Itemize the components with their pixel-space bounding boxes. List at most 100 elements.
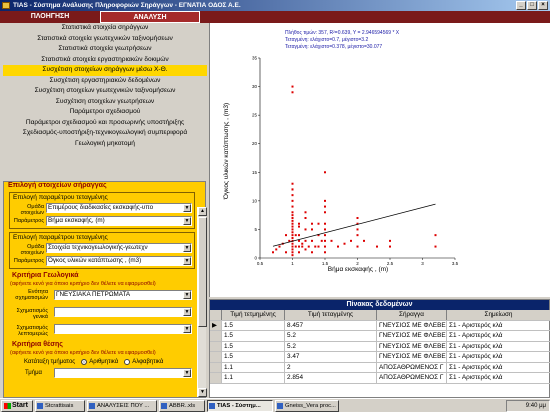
table-cell[interactable]: Σ1 - Αριστερός κλά xyxy=(447,373,550,383)
menu-item-borehole-stats[interactable]: Στατιστικά στοιχεία γεωτρήσεων xyxy=(3,44,207,55)
table-cell[interactable]: ΓΝΕΥΣΙΟΣ ΜΕ ΦΛΕΒΕ xyxy=(377,331,447,341)
table-cell[interactable]: ΓΝΕΥΣΙΟΣ ΜΕ ΦΛΕΒΕ xyxy=(377,320,447,330)
table-cell[interactable]: Σ1 - Αριστερός κλά xyxy=(447,363,550,373)
chevron-down-icon[interactable]: ▼ xyxy=(183,308,191,316)
table-cell[interactable]: ΑΠΟΣΑΘΡΩΜΕΝΟΣ Γ xyxy=(377,362,447,372)
ordinate-param-value: Όγκος υλικών κατάπτωσης , (m3) xyxy=(48,257,142,264)
table-cell[interactable]: ΓΝΕΥΣΙΟΣ ΜΕ ΦΛΕΒΕ xyxy=(377,352,447,362)
formation-general-select[interactable]: ▼ xyxy=(54,307,192,317)
table-cell[interactable]: 8.457 xyxy=(285,320,377,330)
radio-numeric[interactable]: Αριθμητικά xyxy=(81,359,118,365)
menu-item-classification-correlation[interactable]: Συσχέτιση στοιχείων γεωτεχνικών ταξινομή… xyxy=(3,86,207,97)
table-cell[interactable]: 1.1 xyxy=(222,373,285,383)
table-row[interactable]: 1.1 2 ΑΠΟΣΑΘΡΩΜΕΝΟΣ Γ Σ1 - Αριστερός κλά xyxy=(210,362,550,373)
taskbar-item[interactable]: ABBR..xls xyxy=(159,399,205,412)
data-point xyxy=(291,219,294,222)
table-cell[interactable]: 1.1 xyxy=(222,362,285,372)
row-selector[interactable] xyxy=(210,331,222,341)
table-cell[interactable]: 3.47 xyxy=(285,352,377,362)
table-cell[interactable]: Σ1 - Αριστερός κλά xyxy=(447,331,550,341)
table-cell[interactable]: 2 xyxy=(285,362,377,372)
x-tick-label: 0.5 xyxy=(257,261,264,266)
menu-item-design-params[interactable]: Παράμετροι σχεδιασμού xyxy=(3,107,207,118)
ordinate-group-select[interactable]: Στοιχεία τεχνικογεωλογικής-γεωτεχν ▼ xyxy=(46,243,192,253)
minimize-icon[interactable]: _ xyxy=(516,1,526,10)
data-point xyxy=(291,254,294,257)
taskbar-item[interactable]: Gneiss_Vera proc... xyxy=(275,399,339,412)
menu-item-classification-stats[interactable]: Στατιστικά στοιχεία γεωτεχνικών ταξινομή… xyxy=(3,34,207,45)
row-selector[interactable]: ▶ xyxy=(210,320,222,330)
abscissa-param-select[interactable]: Βήμα εκσκαφής, (m) ▼ xyxy=(46,216,192,226)
table-cell[interactable]: ΓΝΕΥΣΙΟΣ ΜΕ ΦΛΕΒΕ xyxy=(377,341,447,351)
data-point xyxy=(324,171,326,174)
row-selector[interactable] xyxy=(210,373,222,383)
table-cell[interactable]: 5.2 xyxy=(285,331,377,341)
data-point xyxy=(291,225,294,228)
menu-item-borehole-correlation[interactable]: Συσχέτιση στοιχείων γεωτρήσεων xyxy=(3,97,207,108)
menu-item-lab-stats[interactable]: Στατιστικά στοιχεία εργαστηριακών δοκιμώ… xyxy=(3,55,207,66)
geo-criteria-note: (αφήνετε κενό για όποιο κριτήριο δεν θέλ… xyxy=(10,281,156,287)
close-icon[interactable]: × xyxy=(538,1,548,10)
table-row[interactable]: 1.5 3.47 ΓΝΕΥΣΙΟΣ ΜΕ ΦΛΕΒΕ Σ1 - Αριστερός κ… xyxy=(210,352,550,363)
radio-alphabetic[interactable]: Αλφαβητικά xyxy=(124,359,163,365)
table-cell[interactable]: Σ1 - Αριστερός κλά xyxy=(447,342,550,352)
chevron-down-icon[interactable]: ▼ xyxy=(183,325,191,333)
menu-item-design-behavior[interactable]: Σχεδιασμός-υποστήριξη-τεχνικογεωλογική σ… xyxy=(3,128,207,139)
data-point xyxy=(294,234,297,237)
radio-numeric-label: Αριθμητικά xyxy=(89,359,119,365)
tab-analysis[interactable]: ΑΝΑΛΥΣΗ xyxy=(100,11,200,23)
taskbar-item[interactable]: ΑΝΑΛΥΣΕΙΣ ΠΟΥ ... xyxy=(87,399,157,412)
ordinate-group-value: Στοιχεία τεχνικογεωλογικής-γεωτεχν xyxy=(48,244,148,251)
row-selector[interactable] xyxy=(210,341,222,351)
column-header[interactable]: Σημείωση xyxy=(447,310,550,320)
table-cell[interactable]: 1.5 xyxy=(222,341,285,351)
tab-navigation[interactable]: ΠΛΟΗΓΗΣΗ xyxy=(0,11,100,23)
unit-select[interactable]: ΓΝΕΥΣΙΑΚΑ ΠΕΤΡΩΜΑΤΑ ▼ xyxy=(54,290,192,300)
table-row[interactable]: 1.5 5.2 ΓΝΕΥΣΙΟΣ ΜΕ ΦΛΕΒΕ Σ1 - Αριστερός κλ… xyxy=(210,341,550,352)
chevron-down-icon[interactable]: ▼ xyxy=(183,291,191,299)
segment-select[interactable]: ▼ xyxy=(54,368,192,378)
formation-detail-select[interactable]: ▼ xyxy=(54,324,192,334)
data-point xyxy=(324,228,326,231)
column-header[interactable]: Τιμή τετμημένης xyxy=(222,310,285,320)
left-scrollbar[interactable]: ▲ ▼ xyxy=(197,207,207,397)
row-selector[interactable] xyxy=(210,362,222,372)
scroll-down-icon[interactable]: ▼ xyxy=(198,388,207,397)
menu-item-lab-correlation[interactable]: Συσχέτιση εργαστηριακών δεδομένων xyxy=(3,76,207,87)
table-cell[interactable]: 1.5 xyxy=(222,331,285,341)
scroll-thumb[interactable] xyxy=(198,217,207,327)
table-cell[interactable]: 2.854 xyxy=(285,373,377,383)
menu-item-design-support[interactable]: Παράμετροι σχεδιασμού και προσωρινής υπο… xyxy=(3,118,207,129)
abscissa-group-value: Επιμέρους διαδικασίες εκσκαφής-υπο xyxy=(48,204,154,211)
table-cell[interactable]: Σ1 - Αριστερός κλά xyxy=(447,352,550,362)
formation-detail-label: Σχηματισμός λεπτομερώς xyxy=(16,325,48,337)
start-button[interactable]: Start xyxy=(1,399,33,412)
menu-item-tunnel-correlation[interactable]: Συσχέτιση στοιχείων σηράγγων μέσω Χ-Θ. xyxy=(3,65,207,76)
table-row[interactable]: ▶ 1.5 8.457 ΓΝΕΥΣΙΟΣ ΜΕ ΦΛΕΒΕ Σ1 - Αριστερός… xyxy=(210,320,550,331)
taskbar-item[interactable]: Stcrattisais xyxy=(35,399,85,412)
chevron-down-icon[interactable]: ▼ xyxy=(183,204,191,212)
taskbar-item-active[interactable]: TIAS - Σύστημ... xyxy=(207,399,273,412)
menu-item-tunnel-stats[interactable]: Στατιστικά στοιχεία σηράγγων xyxy=(3,23,207,34)
column-header[interactable]: Σήραγγα xyxy=(377,310,447,320)
ordinate-param-select[interactable]: Όγκος υλικών κατάπτωσης , (m3) ▼ xyxy=(46,256,192,266)
table-cell[interactable]: 5.2 xyxy=(285,341,377,351)
table-cell[interactable]: 1.5 xyxy=(222,320,285,330)
table-row[interactable]: 1.1 2.854 ΑΠΟΣΑΘΡΩΜΕΝΟΣ Γ Σ1 - Αριστερός κλ… xyxy=(210,373,550,384)
table-cell[interactable]: ΑΠΟΣΑΘΡΩΜΕΝΟΣ Γ xyxy=(377,373,447,383)
row-selector[interactable] xyxy=(210,352,222,362)
chevron-down-icon[interactable]: ▼ xyxy=(183,217,191,225)
maximize-icon[interactable]: □ xyxy=(527,1,537,10)
chevron-down-icon[interactable]: ▼ xyxy=(183,369,191,377)
table-cell[interactable]: 1.5 xyxy=(222,352,285,362)
abscissa-group-select[interactable]: Επιμέρους διαδικασίες εκσκαφής-υπο ▼ xyxy=(46,203,192,213)
chevron-down-icon[interactable]: ▼ xyxy=(183,257,191,265)
table-cell[interactable]: Σ1 - Αριστερός κλά xyxy=(447,321,550,331)
table-row[interactable]: 1.5 5.2 ΓΝΕΥΣΙΟΣ ΜΕ ΦΛΕΒΕ Σ1 - Αριστερός κλ… xyxy=(210,331,550,342)
app-window: TIAS - Σύστημα Ανάλυσης Πληροφοριών Σηρά… xyxy=(0,0,550,412)
chevron-down-icon[interactable]: ▼ xyxy=(183,244,191,252)
menu-item-geological-section[interactable]: Γεωλογική μηκοτομή xyxy=(3,139,207,150)
scroll-up-icon[interactable]: ▲ xyxy=(198,207,207,216)
data-point xyxy=(434,245,437,248)
column-header[interactable]: Τιμή τεταγμένης xyxy=(285,310,377,320)
